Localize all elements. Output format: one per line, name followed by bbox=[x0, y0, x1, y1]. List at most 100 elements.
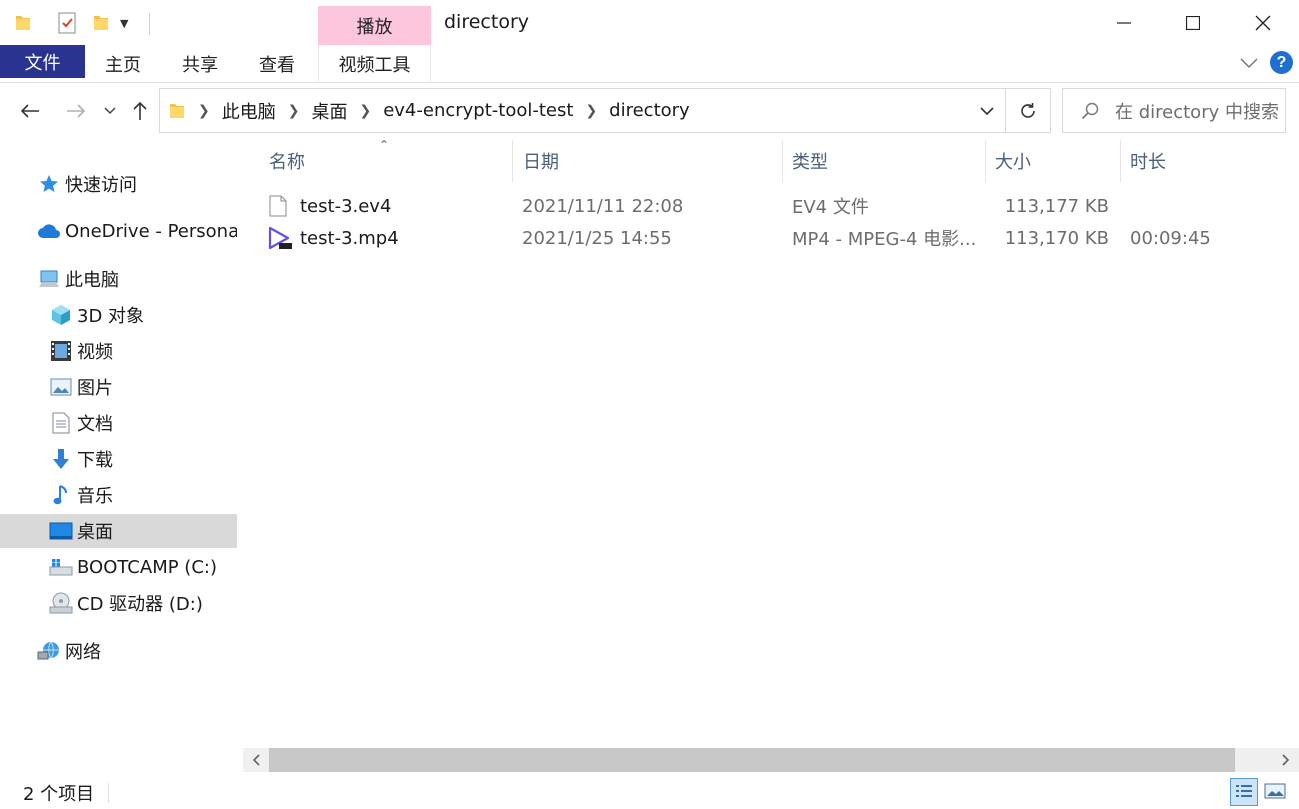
column-header-type[interactable]: 类型 bbox=[792, 140, 982, 182]
column-divider[interactable] bbox=[985, 140, 986, 182]
computer-icon bbox=[37, 267, 61, 291]
chevron-down-icon bbox=[104, 107, 116, 115]
sidebar-item-label: CD 驱动器 (D:) bbox=[77, 594, 203, 615]
horizontal-scrollbar[interactable] bbox=[243, 748, 1299, 772]
back-button[interactable] bbox=[14, 87, 46, 135]
refresh-button[interactable] bbox=[1005, 89, 1050, 132]
new-folder-icon[interactable] bbox=[92, 13, 110, 33]
sidebar-item-label: 图片 bbox=[77, 378, 113, 399]
tab-file[interactable]: 文件 bbox=[0, 45, 85, 78]
context-tab-play[interactable]: 播放 bbox=[318, 6, 431, 45]
column-header-name[interactable]: 名称 bbox=[269, 140, 509, 182]
maximize-icon bbox=[1186, 15, 1200, 30]
scrollbar-thumb[interactable] bbox=[269, 748, 1235, 772]
maximize-button[interactable] bbox=[1158, 0, 1228, 45]
download-arrow-icon bbox=[49, 447, 73, 471]
sidebar-item-label: BOOTCAMP (C:) bbox=[77, 556, 217, 578]
tab-view[interactable]: 查看 bbox=[247, 45, 307, 82]
breadcrumb-desktop[interactable]: 桌面 bbox=[311, 98, 347, 124]
recent-locations-button[interactable] bbox=[99, 87, 121, 135]
sidebar-item-cd-drive[interactable]: CD 驱动器 (D:) bbox=[0, 586, 237, 620]
breadcrumb-separator-icon[interactable]: ❯ bbox=[585, 103, 597, 119]
sidebar-item-quick-access[interactable]: 快速访问 bbox=[0, 167, 237, 201]
scroll-right-button[interactable] bbox=[1273, 748, 1299, 772]
properties-icon[interactable] bbox=[56, 11, 78, 35]
sidebar-item-music[interactable]: 音乐 bbox=[0, 478, 237, 512]
scroll-left-button[interactable] bbox=[243, 748, 269, 772]
title-bar: ▼ 播放 directory bbox=[0, 0, 1299, 45]
file-row[interactable]: test-3.ev4 2021/11/11 22:08 EV4 文件 113,1… bbox=[267, 190, 1287, 222]
breadcrumb-separator-icon[interactable]: ❯ bbox=[359, 103, 371, 119]
ribbon-tab-bar: 文件 主页 共享 查看 视频工具 ? bbox=[0, 45, 1299, 83]
cloud-icon bbox=[37, 219, 61, 243]
sidebar-item-bootcamp-drive[interactable]: BOOTCAMP (C:) bbox=[0, 550, 237, 584]
tab-video-tools[interactable]: 视频工具 bbox=[318, 45, 431, 82]
desktop-icon bbox=[49, 519, 73, 543]
tab-share[interactable]: 共享 bbox=[170, 45, 230, 82]
details-view-button[interactable] bbox=[1230, 778, 1258, 806]
sidebar-item-label: 3D 对象 bbox=[77, 306, 145, 327]
file-duration: 00:09:45 bbox=[1130, 227, 1211, 249]
sidebar-item-label: 音乐 bbox=[77, 486, 113, 507]
video-play-file-icon bbox=[267, 222, 297, 254]
column-header-duration[interactable]: 时长 bbox=[1130, 140, 1280, 182]
column-divider[interactable] bbox=[782, 140, 783, 182]
sidebar-item-this-pc[interactable]: 此电脑 bbox=[0, 262, 237, 296]
file-type: MP4 - MPEG-4 电影... bbox=[792, 229, 977, 250]
cube-3d-icon bbox=[49, 303, 73, 327]
search-placeholder: 在 directory 中搜索 bbox=[1115, 101, 1279, 123]
chevron-left-icon bbox=[252, 754, 260, 766]
picture-icon bbox=[49, 375, 73, 399]
address-bar[interactable]: ❯ 此电脑 ❯ 桌面 ❯ ev4-encrypt-tool-test ❯ dir… bbox=[159, 88, 1051, 133]
star-icon bbox=[37, 172, 61, 196]
column-divider[interactable] bbox=[1120, 140, 1121, 182]
sidebar-item-documents[interactable]: 文档 bbox=[0, 406, 237, 440]
file-name: test-3.mp4 bbox=[300, 227, 399, 249]
sidebar-item-network[interactable]: 网络 bbox=[0, 634, 237, 668]
file-row[interactable]: test-3.mp4 2021/1/25 14:55 MP4 - MPEG-4 … bbox=[267, 222, 1287, 254]
tab-home[interactable]: 主页 bbox=[93, 45, 153, 82]
forward-button[interactable] bbox=[60, 87, 92, 135]
sidebar-item-pictures[interactable]: 图片 bbox=[0, 370, 237, 404]
breadcrumb-separator-icon[interactable]: ❯ bbox=[198, 103, 210, 119]
sidebar-item-label: 下载 bbox=[77, 450, 113, 471]
large-icons-view-button[interactable] bbox=[1261, 778, 1289, 806]
up-button[interactable] bbox=[126, 87, 154, 135]
sidebar-item-label: 文档 bbox=[77, 414, 113, 435]
sidebar-item-label: 桌面 bbox=[77, 522, 113, 543]
help-button[interactable]: ? bbox=[1270, 51, 1293, 74]
column-header-date[interactable]: 日期 bbox=[523, 140, 783, 182]
sidebar-item-downloads[interactable]: 下载 bbox=[0, 442, 237, 476]
blank-file-icon bbox=[269, 190, 297, 222]
expand-ribbon-button[interactable] bbox=[1240, 53, 1258, 74]
divider bbox=[149, 13, 150, 35]
column-divider[interactable] bbox=[512, 140, 513, 182]
customize-qat-icon[interactable]: ▼ bbox=[120, 17, 128, 30]
file-duration bbox=[1130, 190, 1280, 222]
sidebar-item-videos[interactable]: 视频 bbox=[0, 334, 237, 368]
quick-access-toolbar: ▼ bbox=[14, 8, 128, 38]
folder-icon bbox=[168, 101, 186, 121]
sidebar-item-label: OneDrive - Personal bbox=[65, 220, 237, 242]
breadcrumb-this-pc[interactable]: 此电脑 bbox=[222, 98, 276, 124]
close-button[interactable] bbox=[1228, 0, 1298, 45]
sidebar-item-3d-objects[interactable]: 3D 对象 bbox=[0, 298, 237, 332]
breadcrumb-separator-icon[interactable]: ❯ bbox=[288, 103, 300, 119]
breadcrumb-directory[interactable]: directory bbox=[609, 100, 690, 121]
minimize-button[interactable] bbox=[1089, 0, 1159, 45]
large-icons-view-icon bbox=[1264, 783, 1286, 799]
music-note-icon bbox=[49, 483, 73, 507]
arrow-right-icon bbox=[67, 104, 86, 118]
address-history-button[interactable] bbox=[968, 89, 1005, 132]
close-icon bbox=[1255, 15, 1271, 30]
column-header-size[interactable]: 大小 bbox=[995, 140, 1115, 182]
sidebar-item-onedrive[interactable]: OneDrive - Personal bbox=[0, 214, 237, 248]
chevron-down-icon bbox=[979, 106, 994, 115]
search-input[interactable]: 在 directory 中搜索 bbox=[1062, 88, 1286, 133]
file-list-view: ⌃ 名称 日期 类型 大小 时长 test-3.ev4 2021/11/11 2… bbox=[241, 138, 1299, 772]
breadcrumb-ev4-encrypt-tool-test[interactable]: ev4-encrypt-tool-test bbox=[383, 100, 573, 121]
sidebar-item-desktop[interactable]: 桌面 bbox=[0, 514, 237, 548]
item-count: 2 个项目 bbox=[23, 784, 95, 805]
minimize-icon bbox=[1117, 21, 1131, 24]
folder-icon[interactable] bbox=[14, 13, 32, 33]
